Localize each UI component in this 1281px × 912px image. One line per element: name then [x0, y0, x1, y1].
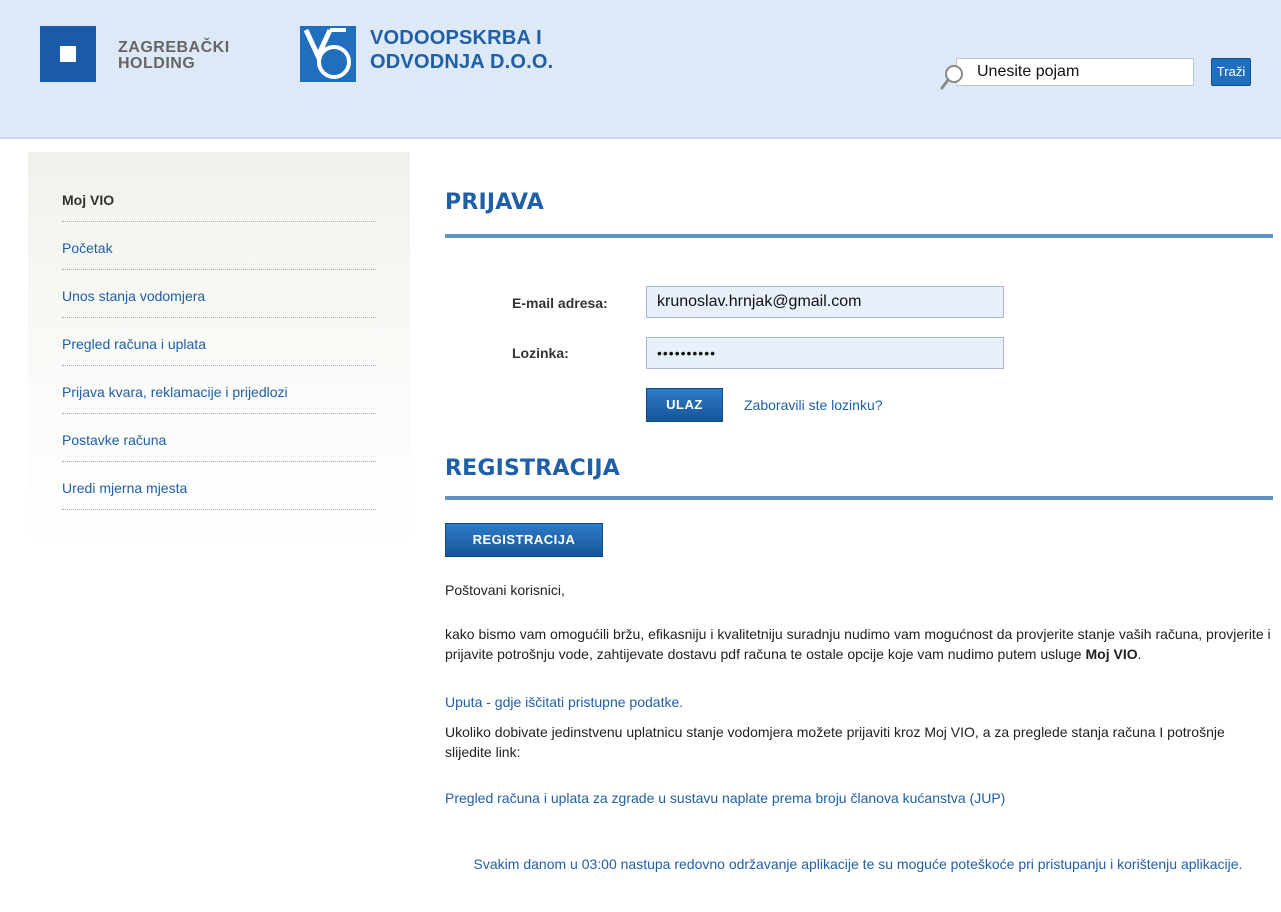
sidebar-item-mjerna-mjesta[interactable]: Uredi mjerna mjesta	[62, 462, 376, 510]
guide-link[interactable]: Uputa - gdje iščitati pristupne podatke.	[445, 694, 683, 710]
divider	[445, 234, 1273, 238]
email-label: E-mail adresa:	[512, 295, 608, 311]
sidebar-item-label: Unos stanja vodomjera	[62, 288, 206, 304]
sidebar-item-label: Postavke računa	[62, 432, 167, 448]
email-field[interactable]: krunoslav.hrnjak@gmail.com	[646, 286, 1004, 318]
intro-text: kako bismo vam omogućili bržu, efikasnij…	[445, 626, 1271, 662]
sidebar-item-label: Pregled računa i uplata	[62, 336, 206, 352]
sidebar-nav: Moj VIO Početak Unos stanja vodomjera Pr…	[28, 152, 410, 552]
intro-paragraph: kako bismo vam omogućili bržu, efikasnij…	[445, 624, 1271, 664]
info-paragraph: Ukoliko dobivate jedinstvenu uplatnicu s…	[445, 724, 1225, 760]
sidebar-item-pocetak[interactable]: Početak	[62, 222, 376, 270]
jup-link[interactable]: Pregled računa i uplata za zgrade u sust…	[445, 790, 1005, 806]
main-content: PRIJAVA E-mail adresa: krunoslav.hrnjak@…	[445, 152, 1273, 912]
zagrebacki-holding-logo[interactable]: ZAGREBAČKI HOLDING	[40, 26, 240, 86]
sidebar-item-label: Moj VIO	[62, 192, 115, 208]
company-name-line1: VODOOPSKRBA I	[370, 27, 542, 49]
maintenance-notice: Svakim danom u 03:00 nastupa redovno odr…	[473, 856, 1243, 872]
site-header: ZAGREBAČKI HOLDING VODOOPSKRBA I ODVODNJ…	[0, 0, 1281, 139]
service-name: Moj VIO	[1085, 646, 1138, 662]
search-bar: Unesite pojam Traži	[940, 58, 1260, 90]
vio-logo[interactable]: VODOOPSKRBA I ODVODNJA D.O.O.	[300, 26, 620, 86]
holding-name: ZAGREBAČKI HOLDING	[118, 39, 230, 72]
sidebar-title-moj-vio[interactable]: Moj VIO	[62, 174, 376, 222]
login-button[interactable]: ULAZ	[646, 388, 723, 422]
password-field[interactable]: ••••••••••	[646, 337, 1004, 369]
login-title: PRIJAVA	[445, 190, 544, 215]
sidebar-item-label: Početak	[62, 240, 113, 256]
sidebar-item-label: Prijava kvara, reklamacije i prijedlozi	[62, 384, 288, 400]
forgot-password-link[interactable]: Zaboravili ste lozinku?	[744, 397, 883, 413]
greeting-text: Poštovani korisnici,	[445, 582, 565, 598]
divider	[445, 496, 1273, 500]
sidebar-item-prijava-kvara[interactable]: Prijava kvara, reklamacije i prijedlozi	[62, 366, 376, 414]
registration-title: REGISTRACIJA	[445, 456, 620, 481]
company-name: VODOOPSKRBA I ODVODNJA D.O.O.	[370, 26, 553, 74]
company-name-line2: ODVODNJA D.O.O.	[370, 51, 554, 73]
sidebar-item-unos-stanja[interactable]: Unos stanja vodomjera	[62, 270, 376, 318]
search-button[interactable]: Traži	[1211, 58, 1251, 86]
search-icon	[940, 65, 963, 90]
search-input[interactable]: Unesite pojam	[956, 58, 1194, 86]
intro-end: .	[1137, 646, 1142, 662]
holding-square-icon	[40, 26, 96, 82]
sidebar-item-pregled-racuna[interactable]: Pregled računa i uplata	[62, 318, 376, 366]
sidebar-item-postavke-racuna[interactable]: Postavke računa	[62, 414, 376, 462]
password-label: Lozinka:	[512, 345, 569, 361]
sidebar-item-label: Uredi mjerna mjesta	[62, 480, 188, 496]
vio-logo-icon	[300, 26, 356, 82]
registration-button[interactable]: REGISTRACIJA	[445, 523, 603, 557]
